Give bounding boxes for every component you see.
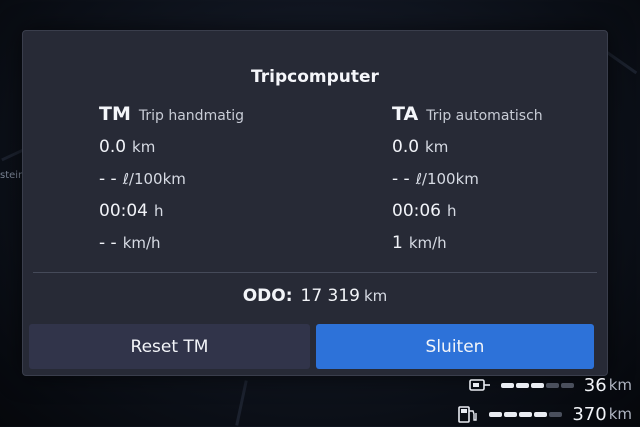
odometer: ODO: 17 319 km xyxy=(23,286,607,306)
electric-range-unit: km xyxy=(608,376,632,394)
tm-distance: 0.0 km xyxy=(99,137,156,157)
ta-consumption: - - ℓ/100km xyxy=(392,169,479,189)
odometer-value: 17 319 xyxy=(300,286,360,306)
level-segment xyxy=(515,382,529,388)
dialog-title: Tripcomputer xyxy=(251,67,379,87)
trip-manual-column: TM Trip handmatig 0.0 km - - ℓ/100km 00:04… xyxy=(99,103,244,259)
level-segment xyxy=(530,382,544,388)
trip-auto-code: TA xyxy=(392,103,419,125)
electric-range-value: 36 xyxy=(583,374,607,396)
level-segment xyxy=(500,382,514,388)
reset-tm-button[interactable]: Reset TM xyxy=(29,324,310,369)
electric-range-status: 36 km xyxy=(468,374,632,396)
ta-distance: 0.0 km xyxy=(392,137,449,157)
electric-level-bar xyxy=(500,382,574,388)
level-segment xyxy=(560,382,574,388)
fuel-range-value: 370 xyxy=(572,403,607,425)
map-road xyxy=(235,380,248,426)
tm-speed: - - km/h xyxy=(99,233,161,253)
trip-auto-subtitle: Trip automatisch xyxy=(426,108,543,124)
level-segment xyxy=(534,411,548,417)
ta-speed: 1 km/h xyxy=(392,233,447,253)
trip-auto-column: TA Trip automatisch 0.0 km - - ℓ/100km 00:… xyxy=(392,103,543,259)
tm-time: 00:04 h xyxy=(99,201,164,221)
fuel-range-status: 370 km xyxy=(457,403,632,425)
odometer-unit: km xyxy=(364,287,388,305)
close-button[interactable]: Sluiten xyxy=(316,324,594,369)
level-segment xyxy=(549,411,563,417)
divider xyxy=(33,272,597,273)
tripcomputer-dialog: Tripcomputer TM Trip handmatig 0.0 km - -… xyxy=(22,30,608,376)
trip-manual-subtitle: Trip handmatig xyxy=(138,108,245,124)
fuel-pump-icon xyxy=(457,405,479,423)
fuel-level-bar xyxy=(489,411,563,417)
tm-consumption: - - ℓ/100km xyxy=(99,169,186,189)
level-segment xyxy=(519,411,533,417)
odometer-label: ODO: xyxy=(242,286,293,306)
level-segment xyxy=(489,411,503,417)
level-segment xyxy=(545,382,559,388)
ta-time: 00:06 h xyxy=(392,201,457,221)
trip-manual-code: TM xyxy=(99,103,131,125)
map-street-label: steir xyxy=(0,170,23,181)
fuel-range-unit: km xyxy=(608,405,632,423)
battery-plug-icon xyxy=(468,376,491,394)
level-segment xyxy=(504,411,518,417)
